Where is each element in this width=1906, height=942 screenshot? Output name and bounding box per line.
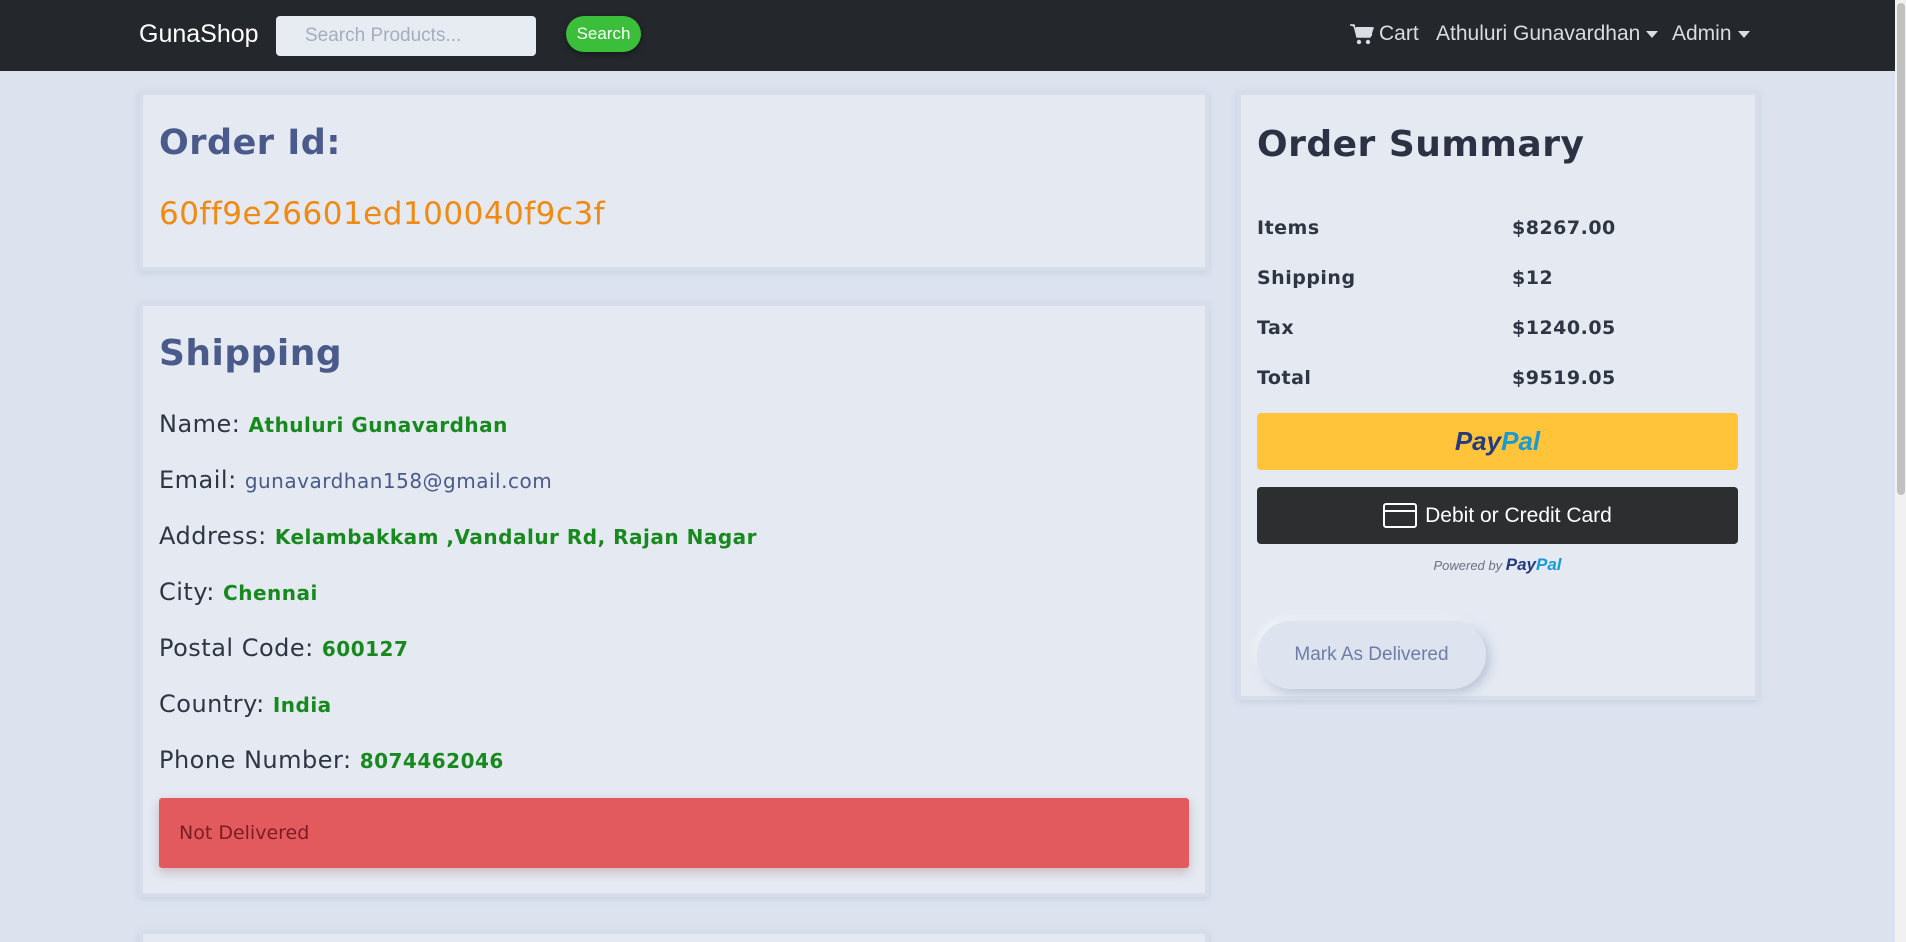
email-label: Email:: [159, 466, 237, 494]
name-label: Name:: [159, 410, 241, 438]
phone-label: Phone Number:: [159, 746, 352, 774]
page-scrollbar-thumb[interactable]: [1897, 3, 1905, 495]
country-value: India: [272, 693, 332, 717]
summary-shipping-value: $12: [1512, 267, 1554, 289]
chevron-down-icon: [1737, 30, 1750, 38]
debit-credit-card-label: Debit or Credit Card: [1425, 503, 1612, 527]
paypal-button[interactable]: PayPal: [1257, 413, 1738, 470]
shipping-email-row: Email: gunavardhan158@gmail.com: [159, 466, 552, 494]
order-summary-card: Order Summary Items $8267.00 Shipping $1…: [1237, 91, 1759, 700]
powered-by-label: Powered by: [1433, 558, 1503, 573]
delivery-status-alert: Not Delivered: [159, 798, 1189, 868]
paypal-logo-pal: Pal: [1501, 426, 1541, 456]
summary-total-value: $9519.05: [1512, 367, 1616, 389]
user-menu-label: Athuluri Gunavardhan: [1436, 22, 1641, 45]
summary-total-label: Total: [1257, 367, 1312, 389]
phone-value: 8074462046: [359, 749, 504, 773]
next-card-edge: [139, 930, 1209, 942]
paypal-logo-pay: Pay: [1454, 426, 1502, 456]
postal-label: Postal Code:: [159, 634, 314, 662]
shipping-name-row: Name: Athuluri Gunavardhan: [159, 410, 508, 438]
city-value: Chennai: [223, 581, 318, 605]
admin-menu-dropdown[interactable]: Admin: [1672, 22, 1750, 46]
top-navbar: GunaShop Search Cart Athuluri Gunavardha…: [0, 0, 1895, 71]
name-value: Athuluri Gunavardhan: [248, 413, 508, 437]
nav-cart-link[interactable]: Cart: [1350, 22, 1419, 46]
search-button[interactable]: Search: [566, 16, 641, 52]
shopping-cart-icon: [1350, 23, 1374, 44]
summary-items-label: Items: [1257, 217, 1320, 239]
mark-as-delivered-button[interactable]: Mark As Delivered: [1257, 621, 1486, 689]
credit-card-icon: [1383, 503, 1418, 528]
summary-items-value: $8267.00: [1512, 217, 1616, 239]
summary-tax-label: Tax: [1257, 317, 1295, 339]
admin-menu-label: Admin: [1672, 22, 1732, 45]
email-link[interactable]: gunavardhan158@gmail.com: [245, 469, 552, 493]
paypal-small-logo: PayPal: [1505, 555, 1562, 574]
shipping-card: Shipping Name: Athuluri Gunavardhan Emai…: [139, 302, 1209, 897]
order-id-title: Order Id:: [159, 123, 341, 163]
search-input[interactable]: [276, 16, 536, 56]
summary-tax-value: $1240.05: [1512, 317, 1616, 339]
shipping-postal-row: Postal Code: 600127: [159, 634, 408, 662]
debit-credit-card-button[interactable]: Debit or Credit Card: [1257, 487, 1738, 544]
powered-by-paypal: Powered by PayPal: [1257, 555, 1738, 575]
city-label: City:: [159, 578, 215, 606]
brand-logo[interactable]: GunaShop: [139, 20, 259, 49]
shipping-city-row: City: Chennai: [159, 578, 318, 606]
order-id-value: 60ff9e26601ed100040f9c3f: [159, 196, 606, 232]
order-summary-title: Order Summary: [1257, 124, 1585, 165]
shipping-title: Shipping: [159, 333, 343, 374]
postal-value: 600127: [321, 637, 409, 661]
cart-label: Cart: [1379, 22, 1419, 45]
address-label: Address:: [159, 522, 267, 550]
country-label: Country:: [159, 690, 265, 718]
shipping-phone-row: Phone Number: 8074462046: [159, 746, 504, 774]
user-menu-dropdown[interactable]: Athuluri Gunavardhan: [1436, 22, 1659, 46]
shipping-address-row: Address: Kelambakkam ,Vandalur Rd, Rajan…: [159, 522, 757, 550]
order-id-card: Order Id: 60ff9e26601ed100040f9c3f: [139, 91, 1209, 271]
summary-shipping-label: Shipping: [1257, 267, 1356, 289]
chevron-down-icon: [1646, 30, 1659, 38]
shipping-country-row: Country: India: [159, 690, 332, 718]
address-value: Kelambakkam ,Vandalur Rd, Rajan Nagar: [274, 525, 758, 549]
